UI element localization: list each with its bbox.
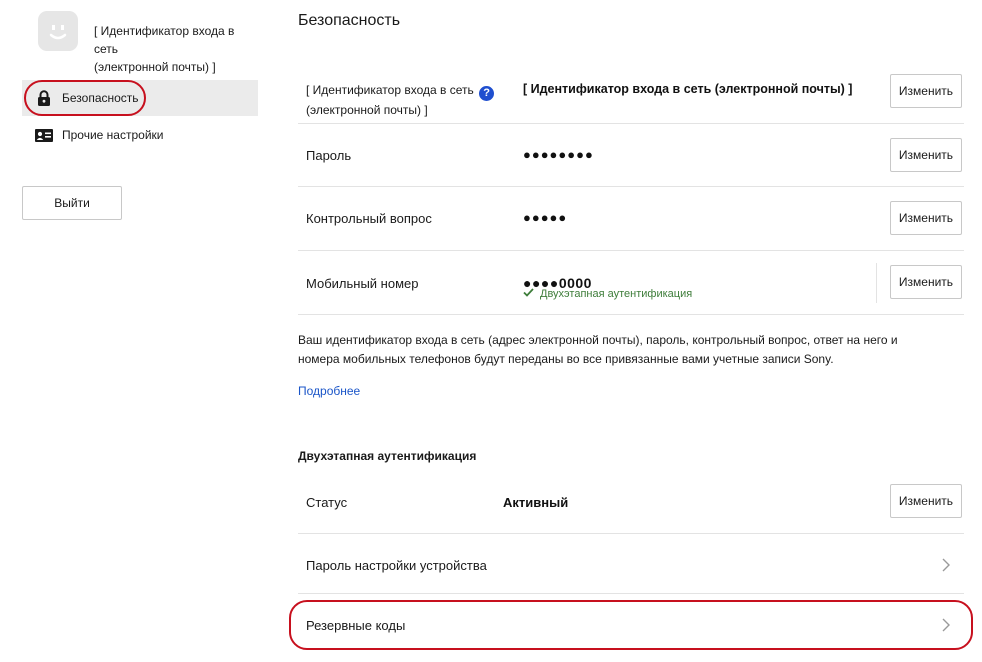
two-step-status-text: Двухэтапная аутентификация bbox=[540, 288, 693, 300]
avatar-face-icon bbox=[49, 25, 67, 40]
change-security-question-button[interactable]: Изменить bbox=[890, 201, 962, 235]
backup-codes-label: Резервные коды bbox=[306, 618, 406, 633]
user-id-line-2: (электронной почты) ] bbox=[94, 60, 216, 74]
notice-line-1: Ваш идентификатор входа в сеть (адрес эл… bbox=[298, 333, 898, 347]
sign-in-id-label: [ Идентификатор входа в сеть ? (электрон… bbox=[306, 81, 495, 119]
two-step-section-title: Двухэтапная аутентификация bbox=[298, 449, 477, 463]
avatar bbox=[38, 11, 78, 51]
sidebar-item-label: Безопасность bbox=[62, 91, 139, 105]
user-id-line-1: [ Идентификатор входа в сеть bbox=[94, 24, 235, 56]
chevron-right-icon bbox=[942, 558, 950, 572]
sidebar: [ Идентификатор входа в сеть (электронно… bbox=[0, 0, 258, 662]
mobile-number-row: Мобильный номер ●●●●0000 Двухэтапная аут… bbox=[298, 251, 964, 315]
change-password-button[interactable]: Изменить bbox=[890, 138, 962, 172]
chevron-right-icon bbox=[942, 618, 950, 632]
password-row: Пароль ●●●●●●●● Изменить bbox=[298, 124, 964, 187]
device-setup-password-label: Пароль настройки устройства bbox=[306, 558, 487, 573]
sidebar-item-other-settings[interactable]: Прочие настройки bbox=[22, 117, 258, 153]
question-circle-icon[interactable]: ? bbox=[479, 86, 495, 101]
check-icon bbox=[523, 288, 534, 300]
backup-codes-row[interactable]: Резервные коды bbox=[298, 594, 964, 656]
page-title: Безопасность bbox=[298, 12, 401, 29]
device-setup-password-row[interactable]: Пароль настройки устройства bbox=[298, 534, 964, 594]
sharing-notice: Ваш идентификатор входа в сеть (адрес эл… bbox=[298, 331, 958, 369]
logout-button[interactable]: Выйти bbox=[22, 186, 122, 220]
status-value: Активный bbox=[503, 495, 569, 510]
password-value: ●●●●●●●● bbox=[523, 147, 594, 162]
status-label: Статус bbox=[306, 495, 348, 510]
sign-in-id-label-line-2: (электронной почты) ] bbox=[306, 103, 428, 117]
learn-more-link[interactable]: Подробнее bbox=[298, 384, 360, 398]
security-question-label: Контрольный вопрос bbox=[306, 211, 432, 226]
change-two-step-button[interactable]: Изменить bbox=[890, 484, 962, 518]
two-step-status-row: Статус Активный Изменить bbox=[298, 470, 964, 534]
id-card-icon bbox=[35, 126, 53, 144]
security-question-value: ●●●●● bbox=[523, 210, 568, 225]
change-sign-in-id-button[interactable]: Изменить bbox=[890, 74, 962, 108]
user-sign-in-id: [ Идентификатор входа в сеть (электронно… bbox=[94, 22, 256, 76]
main-content: Безопасность [ Идентификатор входа в сет… bbox=[258, 0, 982, 662]
sidebar-item-security[interactable]: Безопасность bbox=[22, 80, 258, 116]
password-label: Пароль bbox=[306, 148, 352, 163]
security-question-row: Контрольный вопрос ●●●●● Изменить bbox=[298, 187, 964, 251]
sidebar-item-label: Прочие настройки bbox=[62, 128, 164, 142]
sign-in-id-label-line-1: [ Идентификатор входа в сеть bbox=[306, 83, 474, 97]
notice-line-2: номера мобильных телефонов будут передан… bbox=[298, 352, 834, 366]
sign-in-id-value: [ Идентификатор входа в сеть (электронно… bbox=[523, 82, 853, 96]
lock-icon bbox=[35, 89, 53, 107]
change-mobile-number-button[interactable]: Изменить bbox=[890, 265, 962, 299]
sign-in-id-row: [ Идентификатор входа в сеть ? (электрон… bbox=[298, 59, 964, 124]
two-step-status: Двухэтапная аутентификация bbox=[523, 288, 692, 300]
divider bbox=[876, 263, 877, 303]
mobile-number-label: Мобильный номер bbox=[306, 276, 419, 291]
